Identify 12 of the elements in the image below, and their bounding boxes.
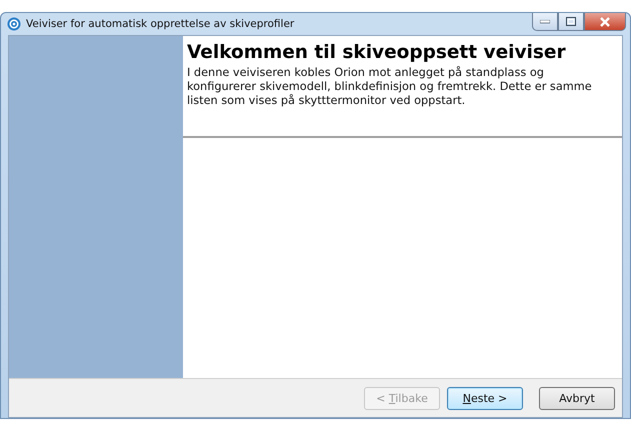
- wizard-description: I denne veiviseren kobles Orion mot anlegget på standplass og konfigurerer skivemodell, blinkdefinisjon og fremtrekk. Dette er samme listen som vises på skytttermonitor ved oppstart.: [187, 66, 593, 108]
- close-button[interactable]: [584, 13, 626, 31]
- maximize-button[interactable]: [558, 13, 584, 31]
- minimize-button[interactable]: [532, 13, 558, 31]
- wizard-button[interactable]: Neste >: [447, 386, 523, 410]
- target-icon: [7, 17, 21, 31]
- maximize-icon: [566, 17, 576, 26]
- close-icon: [599, 16, 611, 26]
- window-title: Veiviser for automatisk opprettelse av skiveprofiler: [26, 18, 296, 30]
- wizard-heading: Velkommen til skiveoppsett veiviser: [187, 42, 567, 63]
- minimize-icon: [540, 20, 550, 24]
- wizard-button[interactable]: Avbryt: [539, 386, 615, 410]
